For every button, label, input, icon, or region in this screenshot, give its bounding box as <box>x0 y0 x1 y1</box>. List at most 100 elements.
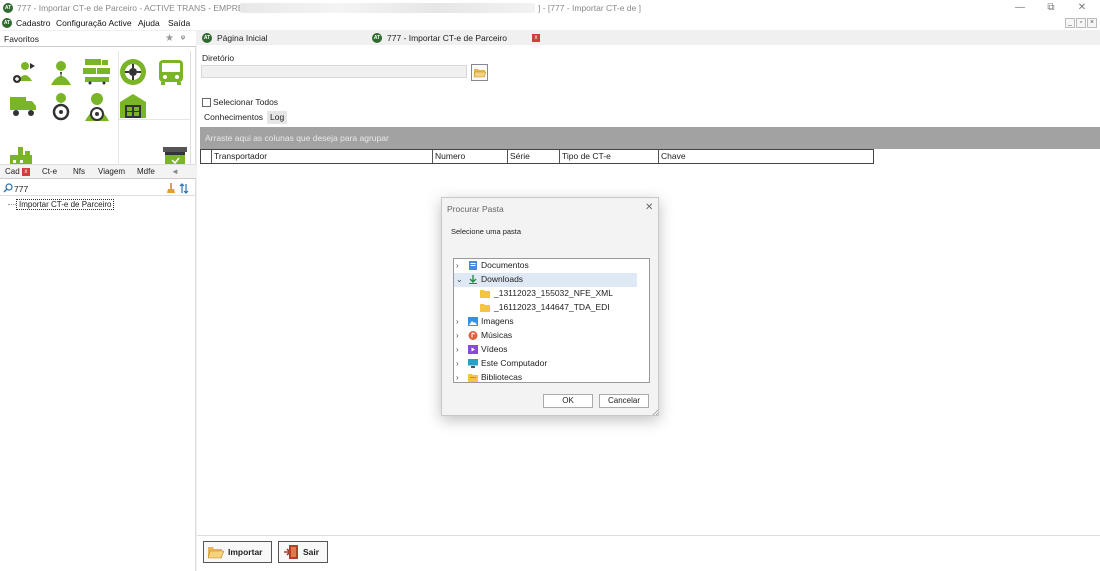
folder-icon <box>480 290 490 298</box>
tab-viagem[interactable]: Viagem <box>98 167 125 176</box>
tab-logo-icon: AT <box>202 33 212 43</box>
documents-icon <box>469 261 477 270</box>
chevron-down-icon[interactable]: ⌄ <box>456 273 463 286</box>
folder-open-icon <box>474 69 486 78</box>
tab-importar-cte[interactable]: AT 777 - Importar CT-e de Parceiro <box>369 32 507 45</box>
star-icon[interactable]: ★ <box>165 33 174 44</box>
tab-nfs[interactable]: Nfs <box>73 167 85 176</box>
menu-configuracao[interactable]: Configuração Active <box>56 18 132 28</box>
close-button[interactable]: ✕ <box>1074 1 1090 15</box>
restore-button[interactable]: ⧉ <box>1043 1 1059 15</box>
broom-icon[interactable] <box>166 183 176 194</box>
select-all-checkbox[interactable]: Selecionar Todos <box>202 97 278 107</box>
tab-pagina-inicial[interactable]: AT Página Inicial <box>199 32 268 45</box>
chevron-right-icon[interactable]: › <box>456 371 459 382</box>
chevron-right-icon[interactable]: › <box>456 357 459 370</box>
tree-item-imagens[interactable]: › Imagens <box>454 315 637 329</box>
add-user-icon[interactable] <box>8 57 38 87</box>
videos-icon <box>468 345 478 354</box>
minimize-button[interactable]: — <box>1012 1 1028 15</box>
tree-item-label: Músicas <box>481 330 513 340</box>
menu-bar: AT Cadastro Configuração Active Ajuda Sa… <box>0 16 1100 30</box>
menu-search-row: 777 <box>0 181 196 196</box>
computer-icon <box>468 359 478 368</box>
column-tipo-cte[interactable]: Tipo de CT-e <box>560 150 659 163</box>
music-icon <box>468 331 478 340</box>
tree-item-label: Downloads <box>481 274 524 284</box>
tabs-scroll-left-icon[interactable]: ◄ <box>171 167 179 176</box>
redacted-region <box>240 3 535 13</box>
tree-item-downloads[interactable]: ⌄ Downloads <box>454 273 637 287</box>
trucks-fleet-icon[interactable] <box>82 55 112 85</box>
window-title: 777 - Importar CT-e de Parceiro - ACTIVE… <box>17 3 255 13</box>
tree-item-documentos[interactable]: › Documentos <box>454 259 637 273</box>
favorites-label: Favoritos <box>4 34 39 44</box>
tree-item-folder-tda-edi[interactable]: _16112023_144647_TDA_EDI <box>454 301 637 315</box>
group-by-panel[interactable]: Arraste aqui as colunas que deseja para … <box>200 127 1100 149</box>
bus-icon[interactable] <box>156 57 186 87</box>
tree-item-importar-cte[interactable]: Importar CT-e de Parceiro <box>16 199 115 210</box>
import-button-label: Importar <box>228 547 263 557</box>
tire-icon[interactable] <box>118 57 148 87</box>
cancel-button[interactable]: Cancelar <box>599 394 649 408</box>
favorites-icon-grid <box>4 51 192 179</box>
menu-cadastro[interactable]: Cadastro <box>16 18 51 28</box>
browse-folder-button[interactable] <box>471 64 488 81</box>
dialog-close-icon[interactable]: ✕ <box>645 202 653 213</box>
menu-saida[interactable]: Saída <box>168 18 190 28</box>
column-numero[interactable]: Numero <box>433 150 508 163</box>
dialog-title: Procurar Pasta <box>447 204 504 214</box>
left-panel-tabs: Cad x Ct-e Nfs Viagem Mdfe ◄ <box>0 164 196 179</box>
resize-grip-icon[interactable] <box>651 408 659 416</box>
tab-importar-cte-label: 777 - Importar CT-e de Parceiro <box>387 33 507 43</box>
tab-cte[interactable]: Ct-e <box>42 167 57 176</box>
checkbox-box[interactable] <box>202 97 211 107</box>
import-button[interactable]: Importar <box>203 541 272 563</box>
close-tab-icon[interactable]: x <box>532 34 540 42</box>
tab-cad-label: Cad <box>5 167 20 176</box>
mdi-minimize-button[interactable]: _ <box>1065 18 1075 28</box>
directory-input[interactable] <box>201 65 467 78</box>
tab-conhecimentos[interactable]: Conhecimentos <box>201 111 267 124</box>
tree-item-este-computador[interactable]: › Este Computador <box>454 357 637 371</box>
chevron-right-icon[interactable]: › <box>456 315 459 328</box>
mdi-close-button[interactable]: × <box>1087 18 1097 28</box>
tree-item-videos[interactable]: › Vídeos <box>454 343 637 357</box>
chevron-right-icon[interactable]: › <box>456 329 459 342</box>
menu-logo-icon: AT <box>2 18 12 28</box>
driver-icon[interactable] <box>46 91 76 121</box>
column-serie[interactable]: Série <box>508 150 560 163</box>
search-input[interactable]: 777 <box>14 184 28 194</box>
tab-log[interactable]: Log <box>267 111 288 124</box>
tab-mdfe[interactable]: Mdfe <box>137 167 155 176</box>
tab-logo-icon: AT <box>372 33 382 43</box>
tree-item-label: Bibliotecas <box>481 372 523 382</box>
tree-item-label: Este Computador <box>481 358 548 368</box>
warehouse-icon[interactable] <box>118 91 148 121</box>
tree-item-label: _16112023_144647_TDA_EDI <box>494 302 610 312</box>
left-panel: Favoritos ★ ᵠ Cad x Ct-e Nfs Viagem Mdfe… <box>0 31 196 571</box>
tab-cad[interactable]: Cad x <box>5 167 30 176</box>
column-chave[interactable]: Chave <box>659 150 873 163</box>
sort-icon[interactable] <box>179 183 189 194</box>
window-title-suffix: ] - [777 - Importar CT-e de ] <box>538 3 641 13</box>
tree-connector <box>8 204 16 205</box>
chevron-right-icon[interactable]: › <box>456 343 459 356</box>
person-icon[interactable] <box>46 57 76 87</box>
driver-wheel-icon[interactable] <box>82 91 112 121</box>
chevron-right-icon[interactable]: › <box>456 259 459 272</box>
directory-label: Diretório <box>202 53 235 63</box>
tree-item-musicas[interactable]: › Músicas <box>454 329 637 343</box>
mdi-restore-button[interactable]: ▫ <box>1076 18 1086 28</box>
ok-button[interactable]: OK <box>543 394 593 408</box>
column-indicator <box>201 150 212 163</box>
menu-ajuda[interactable]: Ajuda <box>138 18 160 28</box>
column-transportador[interactable]: Transportador <box>212 150 433 163</box>
close-icon[interactable]: x <box>21 167 30 176</box>
pin-icon[interactable]: ᵠ <box>181 33 185 43</box>
exit-button[interactable]: Sair <box>278 541 328 563</box>
tree-item-bibliotecas[interactable]: › Bibliotecas <box>454 371 637 382</box>
app-logo-icon: AT <box>3 3 13 13</box>
delivery-truck-icon[interactable] <box>8 91 38 121</box>
tree-item-folder-nfe-xml[interactable]: _13112023_155032_NFE_XML <box>454 287 637 301</box>
